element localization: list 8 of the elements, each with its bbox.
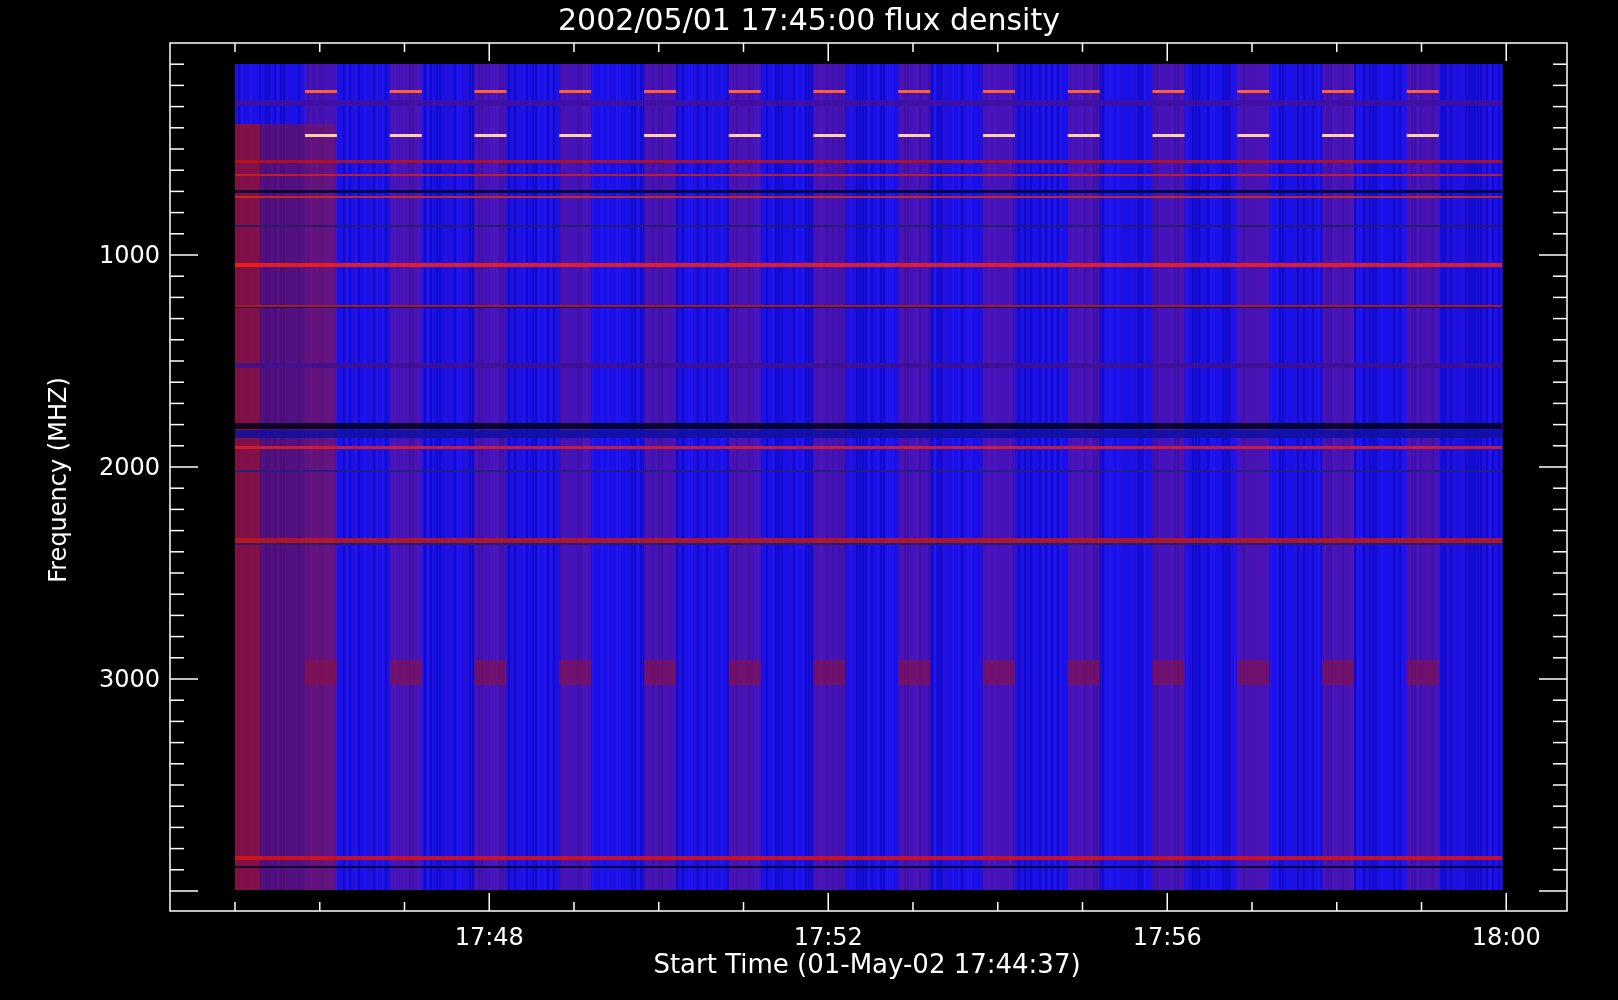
y-tick-label: 2000 [97,452,160,482]
x-tick-label: 17:56 [1131,922,1203,952]
chart-title: 2002/05/01 17:45:00 flux density [557,2,1061,38]
x-tick-label: 18:00 [1470,922,1542,952]
y-tick-label: 1000 [97,240,160,270]
x-tick-label: 17:48 [453,922,525,952]
y-tick-label: 3000 [97,664,160,694]
y-axis-label: Frequency (MHZ) [43,377,73,583]
